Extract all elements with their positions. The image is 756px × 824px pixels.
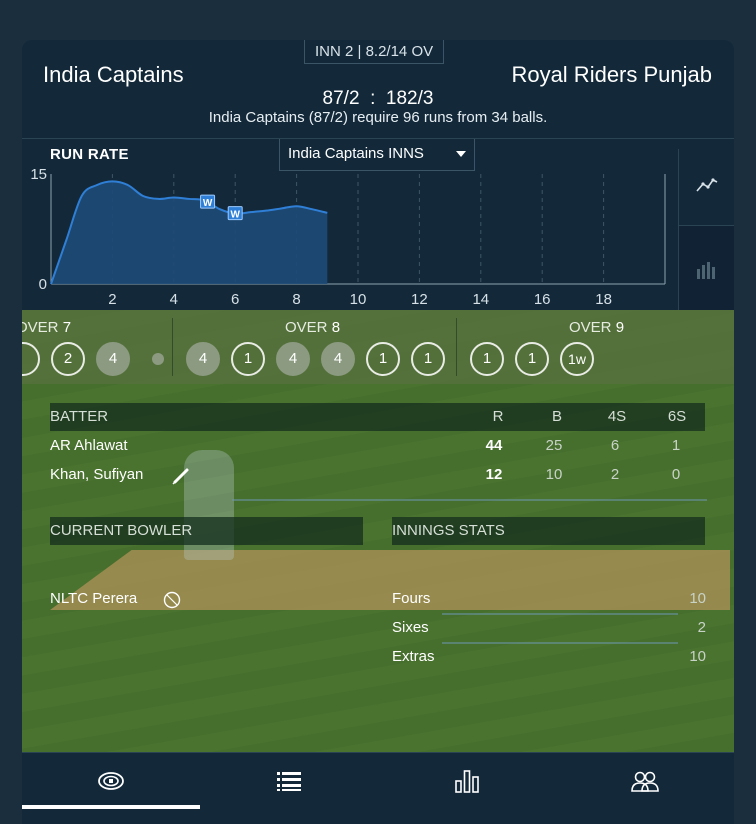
bar-chart-tab[interactable] <box>679 225 734 311</box>
innings-info: INN 2 | 8.2/14 OV <box>304 40 445 64</box>
run-rate-chart-area: 2 4 6 8 10 12 14 16 18 0 15 W W RUN RATE India Capta… <box>22 138 734 311</box>
chase-requirement: India Captains (87/2) require 96 runs fr… <box>208 109 548 126</box>
ball-outcome: 4 <box>186 342 220 376</box>
pitch-graphic <box>50 550 730 610</box>
field-view-icon <box>98 772 124 790</box>
row-divider <box>442 613 678 615</box>
team-left-name: India Captains <box>43 62 184 87</box>
scorecard-panel: INN 2 | 8.2/14 OV India Captains Royal R… <box>22 40 734 824</box>
x-tick-label: 2 <box>108 291 116 308</box>
over-label: OVER 7 <box>22 319 71 336</box>
balls-column-header: B <box>551 408 562 425</box>
ball-outcome: 1 <box>231 342 265 376</box>
ball-outcome: 4 <box>96 342 130 376</box>
x-tick-label: 10 <box>350 291 367 308</box>
x-tick-label: 18 <box>595 291 612 308</box>
list-icon <box>277 772 301 791</box>
line-chart-tab[interactable] <box>679 149 734 221</box>
batter-runs: 12 <box>485 466 503 483</box>
nav-stats[interactable] <box>378 753 556 809</box>
row-divider <box>442 642 678 644</box>
on-strike-bat-icon <box>172 468 189 485</box>
innings-stats-header: INNINGS STATS <box>392 522 505 539</box>
innings-stats-header-bar: INNINGS STATS <box>392 517 705 545</box>
batter-runs: 44 <box>485 437 503 454</box>
bowler-name: NLTC Perera <box>50 590 138 607</box>
wicket-marker-label: W <box>230 210 240 221</box>
ball-outcome: 1 <box>515 342 549 376</box>
stat-label-extras: Extras <box>392 648 435 665</box>
y-tick-label: 15 <box>30 166 47 183</box>
wicket-marker-label: W <box>203 198 213 209</box>
line-chart-icon <box>696 178 718 192</box>
ball-outcome <box>22 342 40 376</box>
batter-sixes: 0 <box>671 466 681 483</box>
batter-balls: 10 <box>545 466 563 483</box>
current-bowler-header: CURRENT BOWLER <box>50 522 193 539</box>
x-tick-label: 16 <box>534 291 551 308</box>
over-label-text: OVER <box>569 319 616 336</box>
over-number: 8 <box>331 319 341 336</box>
batter-name: AR Ahlawat <box>50 437 128 454</box>
nav-scorecard[interactable] <box>200 753 378 809</box>
over-summary-strip: OVER 724OVER 8414411OVER 9111w <box>22 310 734 384</box>
x-tick-label: 14 <box>472 291 489 308</box>
bottom-navigation <box>22 752 734 824</box>
bar-chart-icon <box>697 261 715 279</box>
batting-header-bar: BATTER R B 4S 6S <box>50 403 705 431</box>
match-score: 87/2 : 182/3 <box>322 88 434 109</box>
over-label: OVER 9 <box>569 319 624 336</box>
active-tab-indicator <box>22 805 200 809</box>
bowler-header-bar: CURRENT BOWLER <box>50 517 363 545</box>
batter-sixes: 1 <box>671 437 681 454</box>
over-number: 9 <box>615 319 625 336</box>
over-label: OVER 8 <box>285 319 340 336</box>
cricket-ball-icon <box>163 591 181 609</box>
run-rate-area <box>51 181 328 284</box>
x-tick-label: 8 <box>292 291 300 308</box>
over-number: 7 <box>62 319 72 336</box>
innings-select[interactable]: India Captains INNS <box>279 139 475 171</box>
x-tick-label: 6 <box>231 291 239 308</box>
nav-field-view[interactable] <box>22 753 200 809</box>
stat-value-sixes: 2 <box>697 619 706 636</box>
ball-outcome: 1 <box>411 342 445 376</box>
over-label-text: OVER <box>22 319 59 336</box>
ball-outcome: 4 <box>276 342 310 376</box>
x-tick-label: 12 <box>411 291 428 308</box>
ball-outcome <box>152 353 164 365</box>
over-divider <box>456 318 457 376</box>
sixes-column-header: 6S <box>667 408 687 425</box>
stat-label-fours: Fours <box>392 590 431 607</box>
batter-name: Khan, Sufiyan <box>50 466 144 483</box>
batter-column-header: BATTER <box>50 408 109 425</box>
team-right-name: Royal Riders Punjab <box>511 62 712 87</box>
x-tick-label: 4 <box>170 291 178 308</box>
batter-fours: 6 <box>610 437 620 454</box>
ball-outcome: 1w <box>560 342 594 376</box>
chevron-down-icon <box>456 151 466 157</box>
stat-label-sixes: Sixes <box>392 619 429 636</box>
row-divider <box>232 499 707 501</box>
over-divider <box>172 318 173 376</box>
runs-column-header: R <box>492 408 504 425</box>
players-icon <box>631 771 659 792</box>
over-label-text: OVER <box>285 319 332 336</box>
ball-outcome: 2 <box>51 342 85 376</box>
stat-value-fours: 10 <box>689 590 706 607</box>
y-tick-label: 0 <box>39 276 47 293</box>
chart-type-tabs <box>678 149 734 311</box>
nav-players[interactable] <box>556 753 734 809</box>
innings-select-value: India Captains INNS <box>288 145 424 162</box>
ball-outcome: 4 <box>321 342 355 376</box>
run-rate-title: RUN RATE <box>50 146 129 163</box>
field-view: OVER 724OVER 8414411OVER 9111w BATTER R … <box>22 310 734 752</box>
stat-value-extras: 10 <box>689 648 706 665</box>
batter-balls: 25 <box>545 437 563 454</box>
ball-outcome: 1 <box>366 342 400 376</box>
fours-column-header: 4S <box>607 408 627 425</box>
batter-fours: 2 <box>610 466 620 483</box>
ball-outcome: 1 <box>470 342 504 376</box>
stats-bar-icon <box>455 770 479 793</box>
